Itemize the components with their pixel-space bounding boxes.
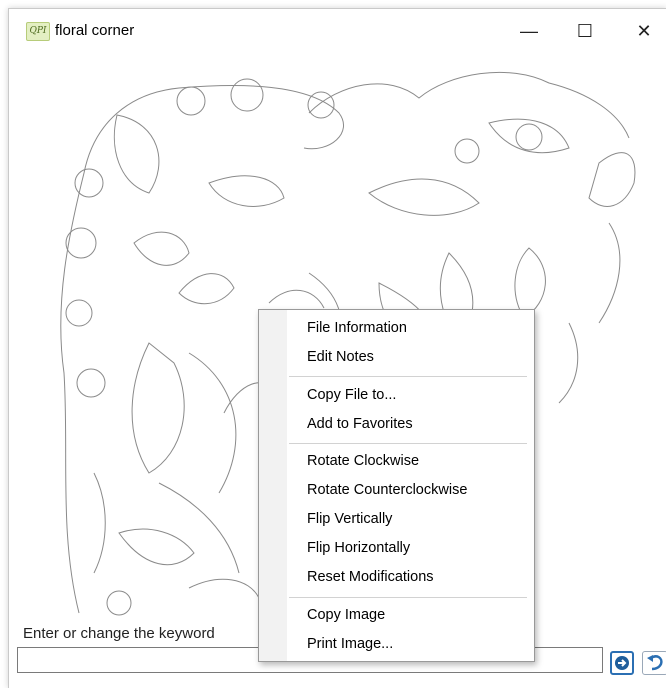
go-arrow-icon	[615, 656, 629, 670]
menu-separator	[289, 376, 527, 377]
keyword-label: Enter or change the keyword	[23, 625, 215, 642]
menu-item-file-information[interactable]: File Information	[307, 318, 407, 338]
menu-item-copy-image[interactable]: Copy Image	[307, 605, 385, 625]
menu-item-add-to-favorites[interactable]: Add to Favorites	[307, 414, 413, 434]
menu-separator	[289, 597, 527, 598]
menu-item-reset-modifications[interactable]: Reset Modifications	[307, 567, 434, 587]
minimize-button[interactable]: —	[506, 9, 552, 53]
context-menu: File Information Edit Notes Copy File to…	[258, 309, 535, 662]
menu-item-copy-file-to[interactable]: Copy File to...	[307, 385, 396, 405]
menu-item-edit-notes[interactable]: Edit Notes	[307, 347, 374, 367]
maximize-button[interactable]: ☐	[562, 9, 608, 53]
menu-separator	[289, 443, 527, 444]
title-bar: QPI floral corner — ☐ ✕	[9, 9, 666, 53]
menu-item-rotate-counterclockwise[interactable]: Rotate Counterclockwise	[307, 480, 467, 500]
menu-item-print-image[interactable]: Print Image...	[307, 634, 393, 654]
menu-item-flip-vertically[interactable]: Flip Vertically	[307, 509, 392, 529]
undo-button[interactable]	[642, 651, 666, 675]
app-icon: QPI	[26, 22, 50, 41]
menu-item-flip-horizontally[interactable]: Flip Horizontally	[307, 538, 410, 558]
undo-icon	[647, 655, 663, 671]
menu-icon-gutter	[259, 310, 287, 661]
menu-item-rotate-clockwise[interactable]: Rotate Clockwise	[307, 451, 419, 471]
close-button[interactable]: ✕	[621, 9, 666, 53]
window-title: floral corner	[55, 22, 135, 39]
go-button[interactable]	[610, 651, 634, 675]
